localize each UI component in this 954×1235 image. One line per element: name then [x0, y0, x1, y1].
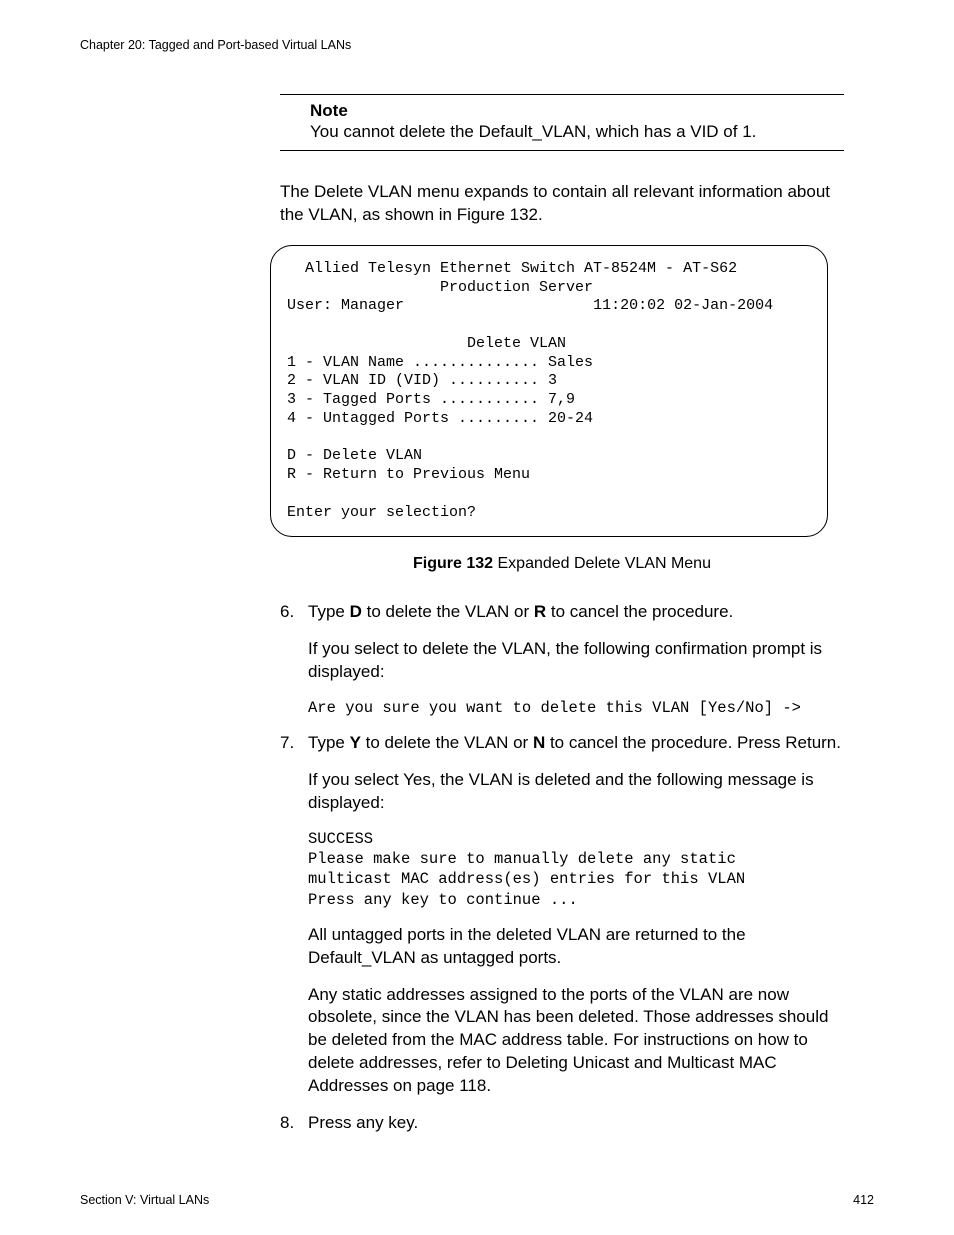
terminal-line-2: Production Server [287, 279, 593, 296]
footer-page-number: 412 [853, 1193, 874, 1207]
figure-caption: Figure 132 Expanded Delete VLAN Menu [280, 555, 844, 573]
terminal-item-3: 3 - Tagged Ports ........... 7,9 [287, 391, 575, 408]
intro-paragraph: The Delete VLAN menu expands to contain … [280, 181, 844, 227]
note-title: Note [310, 101, 844, 121]
key-y: Y [350, 733, 361, 752]
note-box: Note You cannot delete the Default_VLAN,… [280, 94, 844, 151]
terminal-screenshot: Allied Telesyn Ethernet Switch AT-8524M … [270, 245, 828, 538]
terminal-item-2: 2 - VLAN ID (VID) .......... 3 [287, 372, 557, 389]
step-7-code: SUCCESS Please make sure to manually del… [308, 829, 844, 910]
step-8-p1: Press any key. [308, 1112, 844, 1135]
terminal-item-4: 4 - Untagged Ports ......... 20-24 [287, 410, 593, 427]
step-7-p4: Any static addresses assigned to the por… [308, 984, 844, 1099]
content-column: Note You cannot delete the Default_VLAN,… [280, 94, 844, 1135]
step-6: 6. Type D to delete the VLAN or R to can… [280, 601, 844, 718]
chapter-header: Chapter 20: Tagged and Port-based Virtua… [80, 38, 874, 52]
step-7-body: Type Y to delete the VLAN or N to cancel… [308, 732, 844, 1098]
terminal-menu-title: Delete VLAN [467, 335, 566, 352]
terminal-item-d: D - Delete VLAN [287, 447, 422, 464]
terminal-user: User: Manager [287, 297, 404, 314]
step-list: 6. Type D to delete the VLAN or R to can… [280, 601, 844, 1135]
step-8-body: Press any key. [308, 1112, 844, 1135]
step-6-code: Are you sure you want to delete this VLA… [308, 698, 844, 718]
figure-number: Figure 132 [413, 555, 493, 572]
step-6-p1: Type D to delete the VLAN or R to cancel… [308, 601, 844, 624]
page-footer: Section V: Virtual LANs 412 [80, 1193, 874, 1207]
note-body: You cannot delete the Default_VLAN, whic… [310, 121, 844, 144]
key-d: D [350, 602, 362, 621]
figure-title: Expanded Delete VLAN Menu [493, 555, 711, 572]
step-6-number: 6. [280, 601, 308, 718]
terminal-timestamp: 11:20:02 02-Jan-2004 [593, 297, 773, 314]
step-7-p3: All untagged ports in the deleted VLAN a… [308, 924, 844, 970]
step-7: 7. Type Y to delete the VLAN or N to can… [280, 732, 844, 1098]
key-n: N [533, 733, 545, 752]
footer-section: Section V: Virtual LANs [80, 1193, 209, 1207]
terminal-item-1: 1 - VLAN Name .............. Sales [287, 354, 593, 371]
key-r: R [534, 602, 546, 621]
terminal-line-1: Allied Telesyn Ethernet Switch AT-8524M … [287, 260, 737, 277]
step-6-p2: If you select to delete the VLAN, the fo… [308, 638, 844, 684]
step-8-number: 8. [280, 1112, 308, 1135]
terminal-item-r: R - Return to Previous Menu [287, 466, 530, 483]
step-6-body: Type D to delete the VLAN or R to cancel… [308, 601, 844, 718]
step-7-p2: If you select Yes, the VLAN is deleted a… [308, 769, 844, 815]
step-8: 8. Press any key. [280, 1112, 844, 1135]
terminal-prompt: Enter your selection? [287, 504, 476, 521]
step-7-number: 7. [280, 732, 308, 1098]
terminal-content: Allied Telesyn Ethernet Switch AT-8524M … [270, 245, 828, 538]
step-7-p1: Type Y to delete the VLAN or N to cancel… [308, 732, 844, 755]
page: Chapter 20: Tagged and Port-based Virtua… [0, 0, 954, 1235]
